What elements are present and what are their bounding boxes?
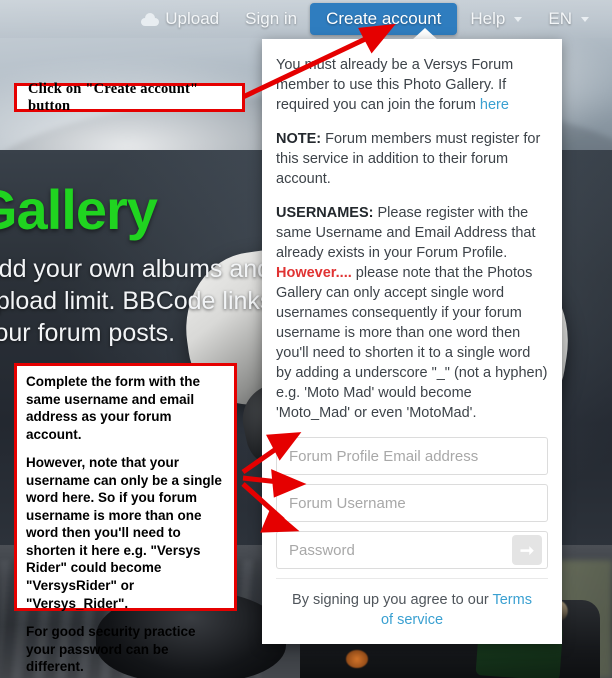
password-field-wrapper: ➞ bbox=[276, 531, 548, 569]
hero-title: Gallery bbox=[0, 178, 158, 241]
nav-item-upload-label: Upload bbox=[165, 9, 220, 28]
panel-footer: By signing up you agree to our Terms of … bbox=[276, 578, 548, 644]
nav-item-sign-in-label: Sign in bbox=[245, 9, 298, 28]
hero-subtitle: Add your own albums and upload limit. BB… bbox=[0, 255, 301, 347]
panel-note-paragraph: NOTE: Forum members must register for th… bbox=[276, 129, 548, 189]
nav-item-upload[interactable]: Upload bbox=[128, 4, 232, 34]
password-field[interactable] bbox=[276, 531, 548, 569]
create-account-dropdown-panel: You must already be a Versys Forum membe… bbox=[262, 39, 562, 644]
panel-footer-text: By signing up you agree to our bbox=[292, 592, 493, 608]
nav-item-language[interactable]: EN bbox=[535, 4, 602, 34]
arrow-right-icon: ➞ bbox=[519, 540, 535, 560]
nav-item-help-label: Help bbox=[470, 9, 506, 28]
panel-intro-text: You must already be a Versys Forum membe… bbox=[276, 57, 514, 113]
annotation-paragraph-3: For good security practice your password… bbox=[26, 624, 196, 675]
annotation-paragraph-1: Complete the form with the same username… bbox=[26, 374, 201, 442]
submit-button[interactable]: ➞ bbox=[512, 535, 542, 565]
email-field[interactable] bbox=[276, 437, 548, 475]
chevron-down-icon bbox=[581, 16, 589, 22]
nav-item-help[interactable]: Help bbox=[457, 4, 535, 34]
motorcycle-indicator-light bbox=[346, 650, 368, 668]
panel-note-label: NOTE: bbox=[276, 131, 322, 147]
nav-item-create-account-label: Create account bbox=[326, 9, 442, 28]
annotation-box-create-account: Click on "Create account" button bbox=[14, 81, 245, 114]
panel-intro-paragraph: You must already be a Versys Forum membe… bbox=[276, 55, 548, 115]
cloud-upload-icon bbox=[141, 12, 160, 26]
top-navigation-bar: Upload Sign in Create account Help EN bbox=[0, 0, 612, 38]
panel-usernames-text-part2: please note that the Photos Gallery can … bbox=[276, 265, 548, 421]
panel-usernames-paragraph: USERNAMES: Please register with the same… bbox=[276, 203, 548, 423]
annotation-paragraph-2: However, note that your username can onl… bbox=[26, 455, 222, 611]
join-forum-link[interactable]: here bbox=[480, 97, 509, 113]
chevron-down-icon bbox=[514, 16, 523, 22]
panel-usernames-warning: However.... bbox=[276, 265, 352, 281]
annotation-box-form-instructions: Complete the form with the same username… bbox=[14, 363, 237, 674]
nav-item-sign-in[interactable]: Sign in bbox=[232, 4, 310, 34]
nav-item-language-label: EN bbox=[548, 9, 572, 28]
panel-usernames-label: USERNAMES: bbox=[276, 205, 374, 221]
username-field[interactable] bbox=[276, 484, 548, 522]
